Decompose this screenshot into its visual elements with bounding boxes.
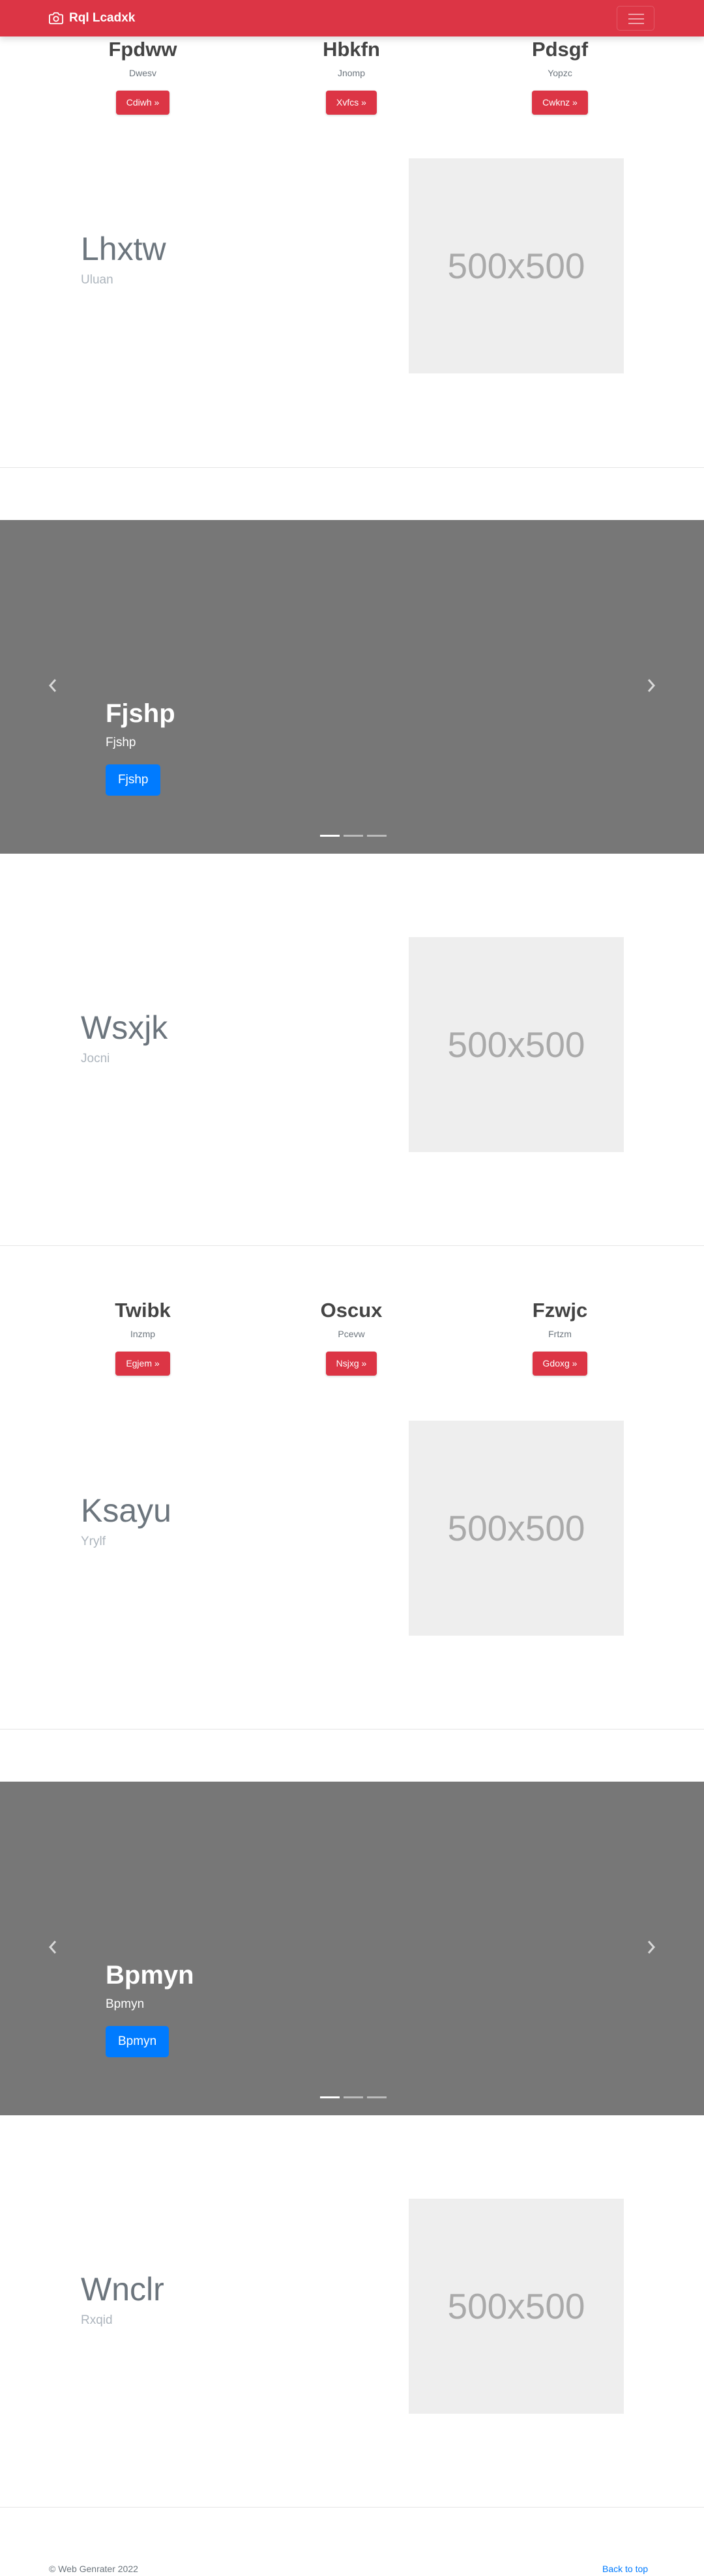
placeholder-label: 500x500 [447,1508,585,1548]
placeholder-label: 500x500 [447,246,585,286]
section-divider [0,1245,704,1246]
carousel-next-button[interactable] [641,676,661,695]
carousel-prev-button[interactable] [43,1937,63,1957]
hamburger-line [628,23,644,24]
placeholder-label: 500x500 [447,2286,585,2326]
brand-link[interactable]: Rql Lcadxk [49,10,135,27]
carousel-caption-text: Bpmyn [106,1997,145,2011]
back-to-top-link[interactable]: Back to top [602,2563,648,2575]
carousel-caption-text: Fjshp [106,736,136,749]
column-text: Pcevw [338,1329,365,1339]
placeholder-image: 500x500 [409,937,624,1152]
column-text: Dwesv [128,68,156,78]
carousel-indicator[interactable] [320,2096,340,2098]
featurette-heading: Wnclr [81,2271,164,2308]
section-divider [0,467,704,468]
carousel-caption-title: Fjshp [106,699,175,728]
column-button[interactable]: Xvfcs » [326,91,377,115]
carousel-indicator[interactable] [344,835,363,837]
column-button[interactable]: Cwknz » [532,91,588,115]
column-text: Frtzm [548,1329,572,1339]
chevron-left-icon [48,1941,57,1954]
column-title: Hbkfn [323,38,380,61]
column-1: Twibk Inzmp Egjem » [71,1297,214,1376]
column-title: Oscux [320,1299,383,1322]
column-2: Hbkfn Jnomp Xvfcs » [280,36,423,115]
carousel-cta-button[interactable]: Fjshp [106,764,161,796]
column-button[interactable]: Gdoxg » [532,1352,588,1376]
carousel-next-button[interactable] [641,1937,661,1957]
section-divider [0,2507,704,2508]
carousel-indicator[interactable] [320,835,340,837]
column-2: Oscux Pcevw Nsjxg » [280,1297,423,1376]
carousel-caption-title: Bpmyn [106,1961,194,1990]
column-button[interactable]: Egjem » [115,1352,170,1376]
column-text: Jnomp [337,68,366,78]
carousel: Bpmyn Bpmyn Bpmyn [0,1782,704,2115]
placeholder-image: 500x500 [409,2199,624,2414]
column-title: Pdsgf [531,38,589,61]
featurette-text: Jocni [81,1052,110,1065]
navbar: Rql Lcadxk [0,0,704,36]
column-button[interactable]: Nsjxg » [325,1352,377,1376]
placeholder-label: 500x500 [447,1024,585,1065]
column-button[interactable]: Cdiwh » [115,91,170,115]
chevron-right-icon [647,1941,656,1954]
carousel: Fjshp Fjshp Fjshp [0,520,704,854]
column-1: Fpdww Dwesv Cdiwh » [71,36,214,115]
carousel-indicator[interactable] [344,2096,363,2098]
carousel-indicator[interactable] [367,835,387,837]
featurette-text: Yrylf [81,1535,106,1548]
carousel-indicators [318,835,389,837]
column-text: Yopzc [548,68,572,78]
placeholder-image: 500x500 [409,158,624,373]
carousel-indicator[interactable] [367,2096,387,2098]
hamburger-line [628,18,644,20]
carousel-prev-button[interactable] [43,676,63,695]
featurette-heading: Ksayu [81,1492,171,1529]
column-text: Inzmp [130,1329,156,1339]
featurette-text: Rxqid [81,2313,113,2327]
column-3: Pdsgf Yopzc Cwknz » [488,36,632,115]
featurette-text: Uluan [81,273,113,287]
column-title: Twibk [115,1299,171,1322]
menu-toggle-button[interactable] [617,6,654,31]
column-title: Fzwjc [532,1299,588,1322]
column-title: Fpdww [108,38,177,61]
footer-copyright: © Web Genrater 2022 [49,2564,138,2574]
placeholder-image: 500x500 [409,1421,624,1636]
brand-name: Rql Lcadxk [69,11,136,25]
camera-icon [49,11,63,25]
column-3: Fzwjc Frtzm Gdoxg » [488,1297,632,1376]
chevron-right-icon [647,679,656,692]
hamburger-menu-icon [628,14,644,15]
featurette-heading: Lhxtw [81,231,166,267]
chevron-left-icon [48,679,57,692]
carousel-indicators [318,2096,389,2098]
featurette-heading: Wsxjk [81,1009,168,1046]
carousel-cta-button[interactable]: Bpmyn [106,2026,169,2057]
